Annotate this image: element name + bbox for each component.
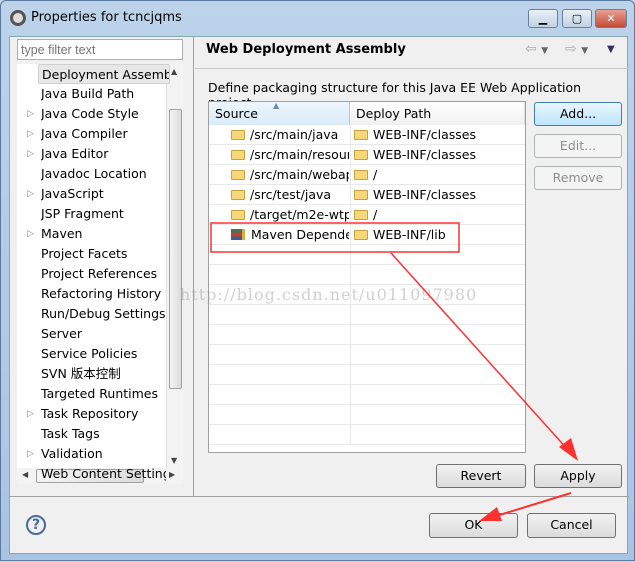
- arrow-to-apply: [390, 252, 570, 452]
- highlight-rectangle: [210, 222, 460, 253]
- arrow-head-ok: [479, 507, 502, 521]
- annotation-overlay: [210, 222, 578, 521]
- arrow-to-ok: [492, 492, 572, 518]
- arrow-head-apply: [559, 438, 578, 461]
- dialog-window: Properties for tcncjqms ▁ ▢ ✕ ▲ ▼ ◀ ▶ De…: [0, 0, 635, 561]
